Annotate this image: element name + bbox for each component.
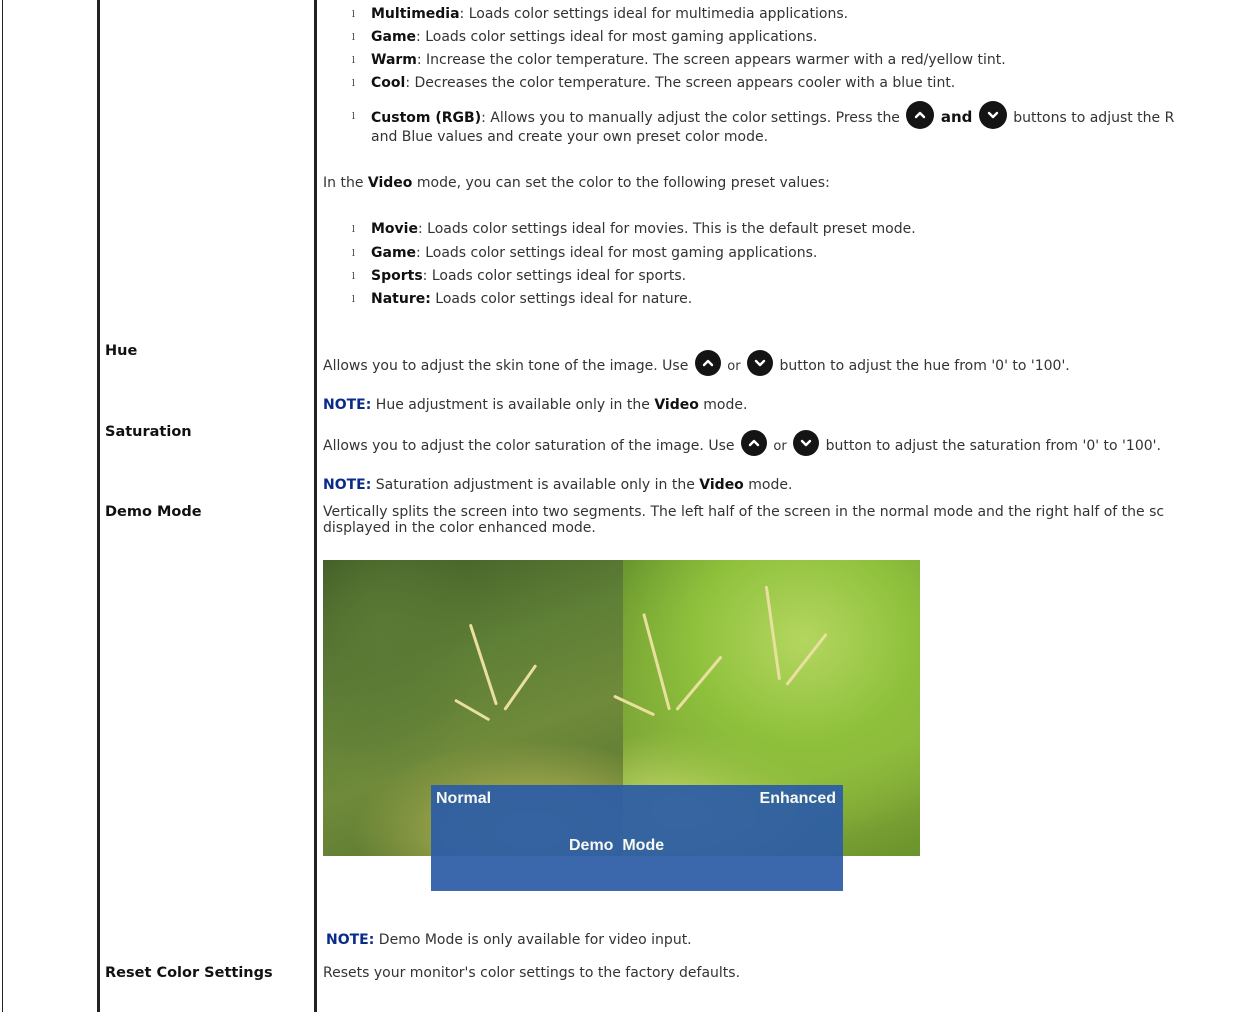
table-border-left xyxy=(2,0,3,1012)
row-label-hue: Hue xyxy=(105,343,138,359)
bullet: l xyxy=(352,112,355,122)
bullet: l xyxy=(352,79,355,89)
chevron-up-button-icon xyxy=(740,430,767,456)
bullet: l xyxy=(352,56,355,66)
list-item-movie: Movie: Loads color settings ideal for mo… xyxy=(371,221,916,237)
list-item-multimedia: Multimedia: Loads color settings ideal f… xyxy=(371,6,849,22)
bullet: l xyxy=(352,272,355,282)
saturation-description: Allows you to adjust the color saturatio… xyxy=(323,430,1161,456)
bullet: l xyxy=(352,295,355,305)
bullet: l xyxy=(352,225,355,235)
reset-description: Resets your monitor's color settings to … xyxy=(323,965,741,981)
bullet: l xyxy=(352,33,355,43)
list-item-sports: Sports: Loads color settings ideal for s… xyxy=(371,268,687,284)
list-item-game-video: Game: Loads color settings ideal for mos… xyxy=(371,245,818,261)
list-item-game: Game: Loads color settings ideal for mos… xyxy=(371,29,818,45)
demo-mode-banner: Normal Enhanced Demo Mode xyxy=(431,785,843,891)
list-item-cool: Cool: Decreases the color temperature. T… xyxy=(371,75,956,91)
bullet: l xyxy=(352,249,355,259)
hue-note: NOTE: Hue adjustment is available only i… xyxy=(323,397,748,413)
saturation-note: NOTE: Saturation adjustment is available… xyxy=(323,477,793,493)
list-item-custom-rgb: Custom (RGB): Allows you to manually adj… xyxy=(371,101,1174,129)
list-item-custom-rgb-line2: and Blue values and create your own pres… xyxy=(371,129,769,145)
demo-mode-note: NOTE: Demo Mode is only available for vi… xyxy=(326,932,692,948)
video-intro: In the Video mode, you can set the color… xyxy=(323,175,830,191)
row-label-saturation: Saturation xyxy=(105,424,192,440)
table-border-label-left xyxy=(97,0,100,1012)
list-item-warm: Warm: Increase the color temperature. Th… xyxy=(371,52,1006,68)
table-border-content-left xyxy=(314,0,317,1012)
chevron-down-button-icon xyxy=(978,101,1007,129)
chevron-down-button-icon xyxy=(793,430,820,456)
chevron-down-button-icon xyxy=(747,350,773,376)
demo-mode-description: Vertically splits the screen into two se… xyxy=(323,504,1165,536)
demo-label-enhanced: Enhanced xyxy=(759,790,836,807)
row-label-demo-mode: Demo Mode xyxy=(105,504,202,520)
hue-description: Allows you to adjust the skin tone of th… xyxy=(323,350,1070,376)
row-label-reset-color-settings: Reset Color Settings xyxy=(105,965,273,981)
chevron-up-button-icon xyxy=(906,101,935,129)
chevron-up-button-icon xyxy=(694,350,721,376)
bullet: l xyxy=(352,10,355,20)
demo-label-normal: Normal xyxy=(436,790,492,807)
list-item-nature: Nature: Loads color settings ideal for n… xyxy=(371,291,693,307)
demo-label-title: Demo Mode xyxy=(569,837,665,854)
